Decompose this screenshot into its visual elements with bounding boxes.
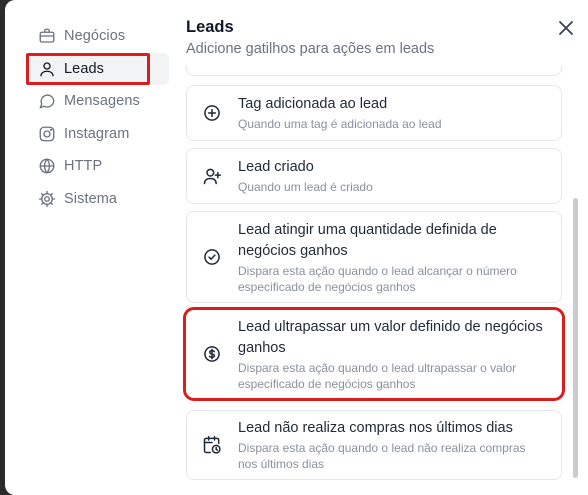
briefcase-icon	[38, 27, 56, 45]
sidebar-item-sistema[interactable]: Sistema	[27, 183, 169, 216]
scrollbar[interactable]	[573, 198, 578, 478]
page-title: Leads	[186, 18, 234, 36]
trigger-description: Quando uma tag é adicionada ao lead	[238, 117, 442, 131]
sidebar-item-http[interactable]: HTTP	[27, 150, 169, 183]
sidebar-item-label: Sistema	[64, 190, 118, 207]
sidebar-item-label: Mensagens	[64, 93, 140, 110]
trigger-description: Dispara esta ação quando o lead não real…	[238, 441, 526, 471]
message-circle-icon	[38, 92, 56, 110]
instagram-icon	[38, 125, 56, 143]
sidebar-item-leads[interactable]: Leads	[26, 52, 169, 85]
trigger-card-tag-added[interactable]: Tag adicionada ao lead Quando uma tag é …	[186, 85, 562, 141]
trigger-description: Dispara esta ação quando o lead ultrapas…	[238, 360, 517, 391]
check-circle-icon	[202, 247, 222, 267]
close-icon	[559, 21, 573, 35]
trigger-description: Dispara esta ação quando o lead alcançar…	[238, 263, 517, 294]
sidebar-item-instagram[interactable]: Instagram	[27, 118, 169, 151]
trigger-title: Lead atingir uma quantidade definida de …	[238, 221, 497, 259]
sidebar-item-label: HTTP	[64, 158, 103, 175]
sidebar-item-mensagens[interactable]: Mensagens	[27, 85, 169, 118]
close-button[interactable]	[556, 18, 576, 38]
sidebar-item-label: Instagram	[64, 125, 130, 142]
gear-icon	[38, 190, 56, 208]
trigger-description: Quando um lead é criado	[238, 180, 373, 194]
trigger-card-won-deals-value[interactable]: Lead ultrapassar um valor definido de ne…	[183, 307, 565, 401]
user-icon	[38, 60, 56, 78]
trigger-list: Tag adicionada ao lead Quando uma tag é …	[181, 66, 571, 495]
sidebar-item-label: Negócios	[64, 28, 126, 45]
page-subtitle: Adicione gatilhos para ações em leads	[186, 41, 435, 57]
trigger-card-lead-created[interactable]: Lead criado Quando um lead é criado	[186, 148, 562, 204]
trigger-title: Lead ultrapassar um valor definido de ne…	[238, 318, 543, 356]
trigger-title: Lead não realiza compras nos últimos dia…	[238, 420, 513, 436]
automation-trigger-modal: Negócios Leads Mensagens Instagram HTTP …	[5, 0, 588, 495]
trigger-title: Lead criado	[238, 159, 314, 175]
sidebar: Negócios Leads Mensagens Instagram HTTP …	[26, 20, 169, 216]
calendar-clock-icon	[202, 435, 222, 455]
sidebar-item-negocios[interactable]: Negócios	[27, 20, 169, 53]
tag-plus-icon	[202, 103, 222, 123]
trigger-card-no-purchases[interactable]: Lead não realiza compras nos últimos dia…	[186, 410, 562, 480]
dollar-circle-icon	[202, 344, 222, 364]
trigger-title: Tag adicionada ao lead	[238, 96, 388, 112]
sidebar-item-label: Leads	[64, 60, 105, 77]
globe-icon	[38, 157, 56, 175]
user-plus-icon	[202, 166, 222, 186]
trigger-card-partial[interactable]	[186, 66, 562, 76]
trigger-card-won-deals-count[interactable]: Lead atingir uma quantidade definida de …	[186, 211, 562, 303]
